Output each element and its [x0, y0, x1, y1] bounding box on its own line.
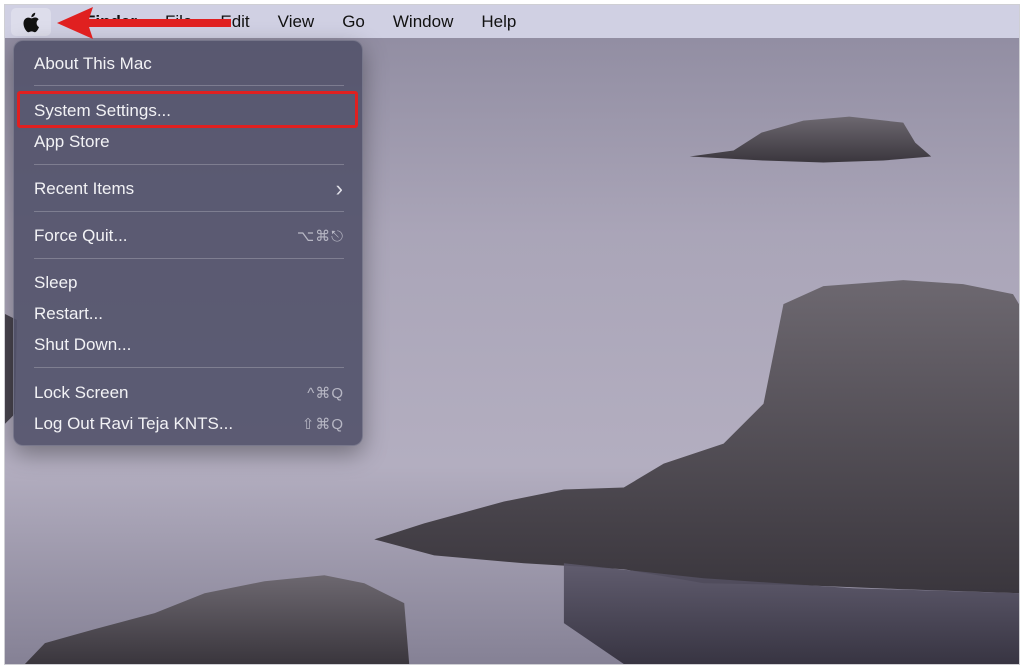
menu-item-shut-down[interactable]: Shut Down...	[24, 330, 354, 360]
menu-separator	[34, 164, 344, 165]
menu-item-lock-screen[interactable]: Lock Screen ^⌘Q	[24, 378, 354, 408]
menubar-app-name[interactable]: Finder	[71, 5, 151, 38]
apple-menu-button[interactable]	[11, 8, 51, 36]
menubar-view[interactable]: View	[264, 5, 329, 38]
menu-item-force-quit[interactable]: Force Quit... ⌥⌘⎋	[24, 221, 354, 251]
apple-menu-dropdown: About This Mac System Settings... App St…	[13, 40, 363, 446]
annotation-highlight-box	[17, 91, 358, 128]
menu-item-label: Sleep	[34, 273, 78, 292]
menu-bar: Finder File Edit View Go Window Help	[5, 5, 1019, 38]
menu-item-recent-items[interactable]: Recent Items ›	[24, 174, 354, 204]
menu-item-label: Log Out Ravi Teja KNTS...	[34, 414, 234, 433]
menu-item-label: Restart...	[34, 304, 103, 323]
menu-item-label: Shut Down...	[34, 335, 132, 354]
menu-separator	[34, 258, 344, 259]
menu-separator	[34, 367, 344, 368]
apple-logo-icon	[23, 12, 39, 32]
menu-item-label: About This Mac	[34, 54, 152, 73]
menubar-window[interactable]: Window	[379, 5, 467, 38]
chevron-right-icon: ›	[335, 176, 344, 201]
menu-item-label: Recent Items	[34, 179, 135, 198]
menu-item-shortcut: ⇧⌘Q	[301, 416, 344, 433]
screenshot-frame: Finder File Edit View Go Window Help Abo…	[4, 4, 1020, 665]
menu-item-label: Force Quit...	[34, 226, 128, 245]
menubar-edit[interactable]: Edit	[206, 5, 263, 38]
menu-item-shortcut: ⌥⌘⎋	[296, 228, 344, 245]
menu-item-sleep[interactable]: Sleep	[24, 268, 354, 298]
menubar-file[interactable]: File	[151, 5, 206, 38]
menu-item-label: App Store	[34, 132, 110, 151]
menubar-help[interactable]: Help	[467, 5, 530, 38]
menu-item-shortcut: ^⌘Q	[307, 385, 344, 402]
menu-item-restart[interactable]: Restart...	[24, 299, 354, 329]
menubar-go[interactable]: Go	[328, 5, 379, 38]
menu-separator	[34, 85, 344, 86]
menu-separator	[34, 211, 344, 212]
menu-item-log-out[interactable]: Log Out Ravi Teja KNTS... ⇧⌘Q	[24, 409, 354, 439]
menu-item-label: Lock Screen	[34, 383, 129, 402]
menu-item-app-store[interactable]: App Store	[24, 127, 354, 157]
menu-item-about-this-mac[interactable]: About This Mac	[24, 49, 354, 79]
